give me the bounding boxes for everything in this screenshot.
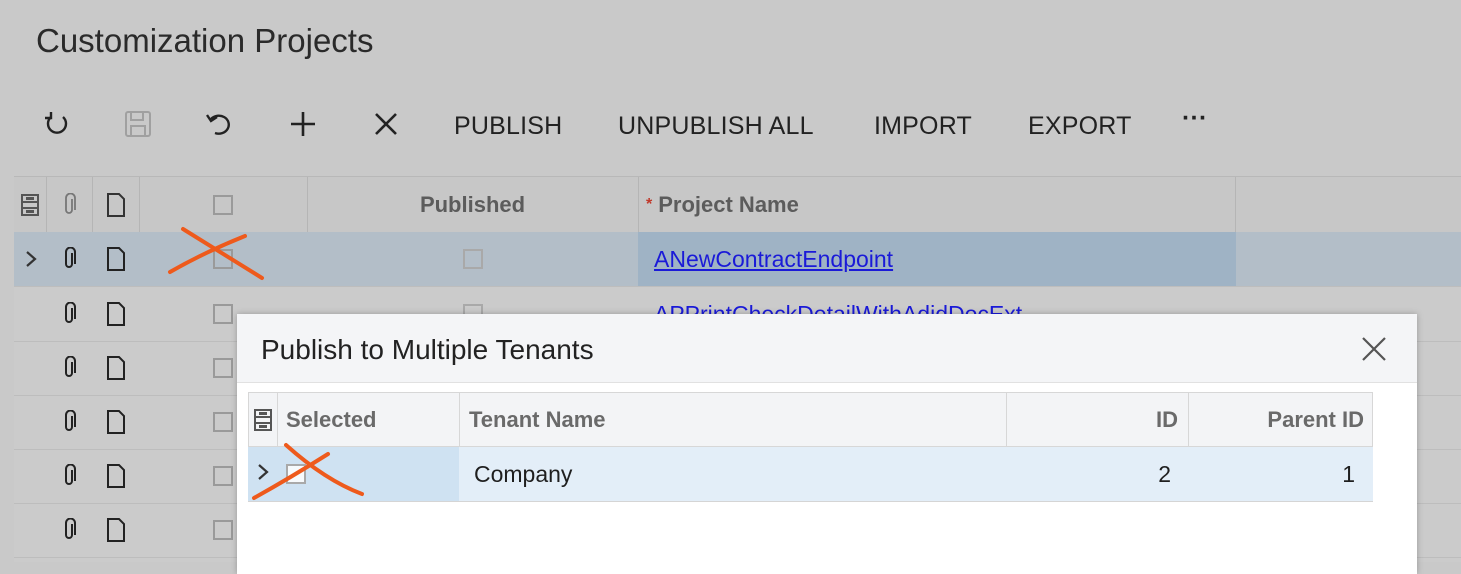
undo-icon[interactable]: [200, 104, 240, 144]
dialog-header: Publish to Multiple Tenants: [237, 314, 1417, 383]
more-button[interactable]: ···: [1182, 104, 1208, 133]
row-select-checkbox[interactable]: [139, 232, 307, 286]
note-icon[interactable]: [92, 503, 139, 557]
note-icon[interactable]: [92, 232, 139, 286]
export-button[interactable]: EXPORT: [1028, 112, 1132, 141]
selected-cell[interactable]: [248, 447, 459, 501]
column-settings-icon[interactable]: [14, 177, 47, 232]
publish-dialog: Publish to Multiple Tenants Selected Ten…: [237, 314, 1417, 574]
published-checkbox[interactable]: [307, 232, 638, 286]
plus-icon[interactable]: [283, 104, 323, 144]
close-icon[interactable]: [366, 104, 406, 144]
tenant-row[interactable]: Company 2 1: [248, 447, 1373, 502]
import-button[interactable]: IMPORT: [874, 112, 972, 141]
attachment-icon[interactable]: [46, 341, 92, 395]
project-name-cell[interactable]: ANewContractEndpoint: [638, 232, 1236, 286]
note-icon[interactable]: [92, 287, 139, 341]
column-settings-icon[interactable]: [249, 393, 278, 446]
attachment-icon[interactable]: [46, 449, 92, 503]
unpublish-all-button[interactable]: UNPUBLISH ALL: [618, 112, 814, 141]
attachment-icon[interactable]: [46, 232, 92, 286]
note-icon: [92, 177, 140, 232]
id-column-header[interactable]: ID: [1007, 393, 1189, 446]
project-name-column-header[interactable]: * Project Name: [638, 177, 1236, 232]
toolbar: PUBLISH UNPUBLISH ALL IMPORT EXPORT ···: [0, 100, 1461, 150]
tenant-select-checkbox[interactable]: [286, 464, 306, 484]
chevron-right-icon[interactable]: [256, 461, 270, 488]
tenant-parent-id-cell[interactable]: 1: [1188, 447, 1372, 501]
table-row[interactable]: ANewContractEndpoint: [14, 232, 1461, 287]
close-icon[interactable]: [1359, 334, 1389, 364]
dialog-title: Publish to Multiple Tenants: [261, 334, 594, 365]
publish-button[interactable]: PUBLISH: [454, 112, 562, 141]
attachment-icon: [46, 177, 93, 232]
select-all-checkbox[interactable]: [139, 177, 308, 232]
refresh-icon[interactable]: [37, 104, 77, 144]
tenant-name-cell[interactable]: Company: [459, 447, 1006, 501]
attachment-icon[interactable]: [46, 287, 92, 341]
page-title: Customization Projects: [36, 22, 374, 59]
attachment-icon[interactable]: [46, 503, 92, 557]
save-icon[interactable]: [118, 104, 158, 144]
parent-id-column-header[interactable]: Parent ID: [1189, 393, 1373, 446]
tenant-id-cell[interactable]: 2: [1006, 447, 1188, 501]
selected-column-header[interactable]: Selected: [277, 393, 460, 446]
grid-header: Published * Project Name: [14, 176, 1461, 233]
attachment-icon[interactable]: [46, 395, 92, 449]
chevron-right-icon[interactable]: [18, 232, 44, 286]
note-icon[interactable]: [92, 449, 139, 503]
published-column-header[interactable]: Published: [307, 177, 639, 232]
tenants-grid-header: Selected Tenant Name ID Parent ID: [248, 392, 1373, 447]
tenant-name-column-header[interactable]: Tenant Name: [460, 393, 1007, 446]
project-link[interactable]: ANewContractEndpoint: [654, 246, 893, 273]
note-icon[interactable]: [92, 395, 139, 449]
note-icon[interactable]: [92, 341, 139, 395]
